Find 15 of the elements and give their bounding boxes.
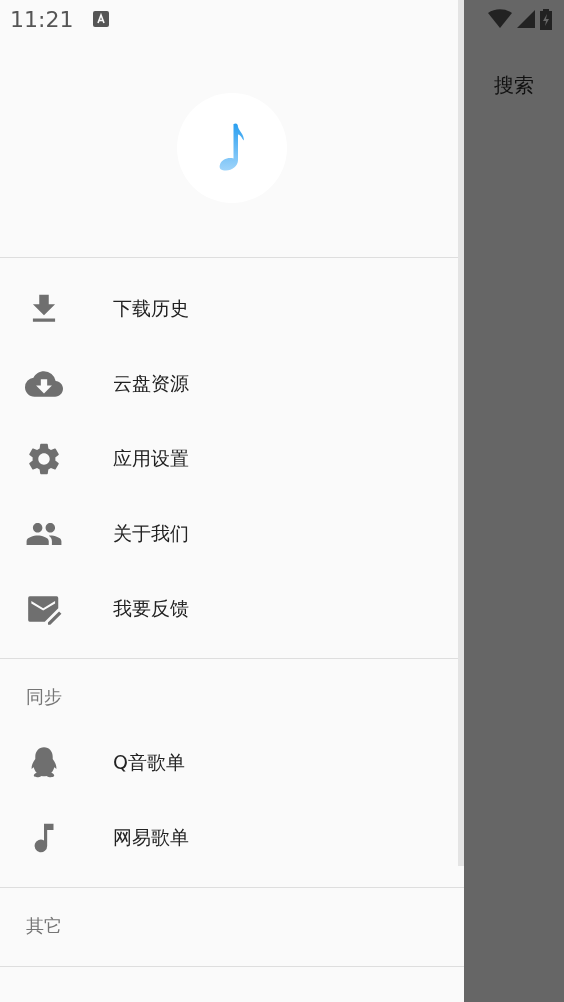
menu-item[interactable]: 下载历史	[0, 271, 458, 346]
keyboard-notification-icon	[93, 11, 110, 27]
section-header: 其它	[25, 914, 63, 938]
signal-icon	[516, 9, 536, 29]
menu-item[interactable]: 应用设置	[0, 421, 458, 496]
search-action: 搜索	[494, 72, 534, 99]
wifi-icon	[488, 9, 512, 29]
battery-icon	[540, 8, 552, 30]
menu-item[interactable]: 云盘资源	[0, 346, 458, 421]
menu-item[interactable]: 我要反馈	[0, 571, 458, 646]
menu-item[interactable]: Q音歌单	[0, 725, 458, 800]
status-time: 11:21	[10, 6, 74, 32]
menu-item[interactable]: 网易歌单	[0, 800, 458, 875]
menu-item[interactable]: 关于我们	[0, 496, 458, 571]
section-header: 同步	[25, 685, 63, 709]
